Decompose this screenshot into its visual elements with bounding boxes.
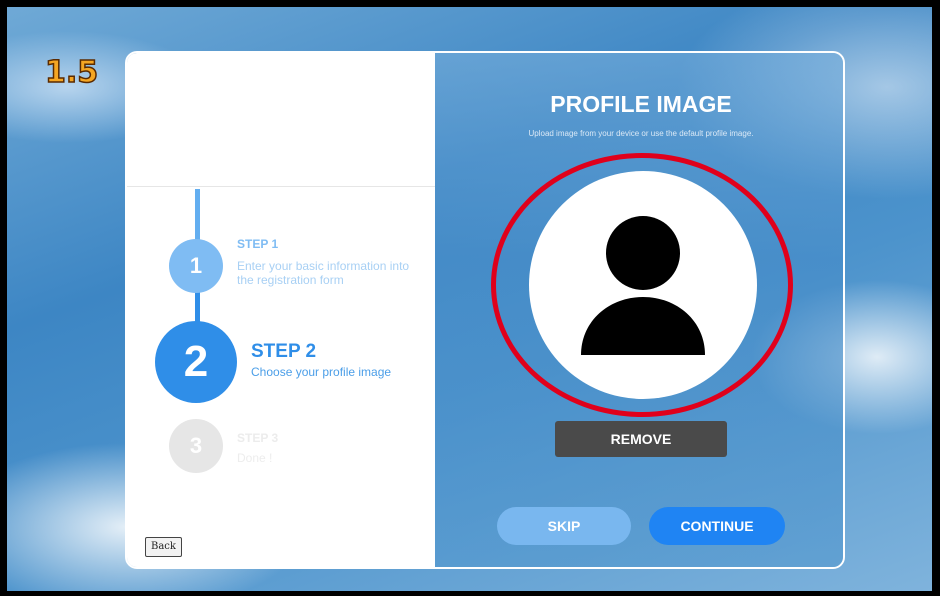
step-3-title: STEP 3 [237,431,279,445]
window-frame: 1.5 1 STEP 1 Enter your basic informatio… [0,0,940,596]
registration-card: 1 STEP 1 Enter your basic information in… [125,51,845,569]
step-2-indicator: 2 [155,321,237,403]
step-1-description: Enter your basic information into the re… [237,259,410,287]
step-1-indicator: 1 [169,239,223,293]
step-2-title: STEP 2 [251,341,317,362]
continue-button[interactable]: CONTINUE [649,507,785,545]
back-button[interactable]: Back [145,537,182,557]
profile-image-subtitle: Upload image from your device or use the… [528,129,754,138]
profile-image-panel: PROFILE IMAGE Upload image from your dev… [435,53,843,567]
step-3-description: Done ! [237,451,273,465]
steps-panel: 1 STEP 1 Enter your basic information in… [127,53,435,567]
version-label: 1.5 [44,54,99,91]
steps-panel-header [127,53,435,187]
step-3-indicator: 3 [169,419,223,473]
remove-button[interactable]: REMOVE [555,421,727,457]
avatar-highlight-ring [491,153,793,417]
step-1-title: STEP 1 [237,237,279,251]
step-2-description: Choose your profile image [251,365,392,379]
profile-image-title: PROFILE IMAGE [550,91,732,117]
skip-button[interactable]: SKIP [497,507,631,545]
